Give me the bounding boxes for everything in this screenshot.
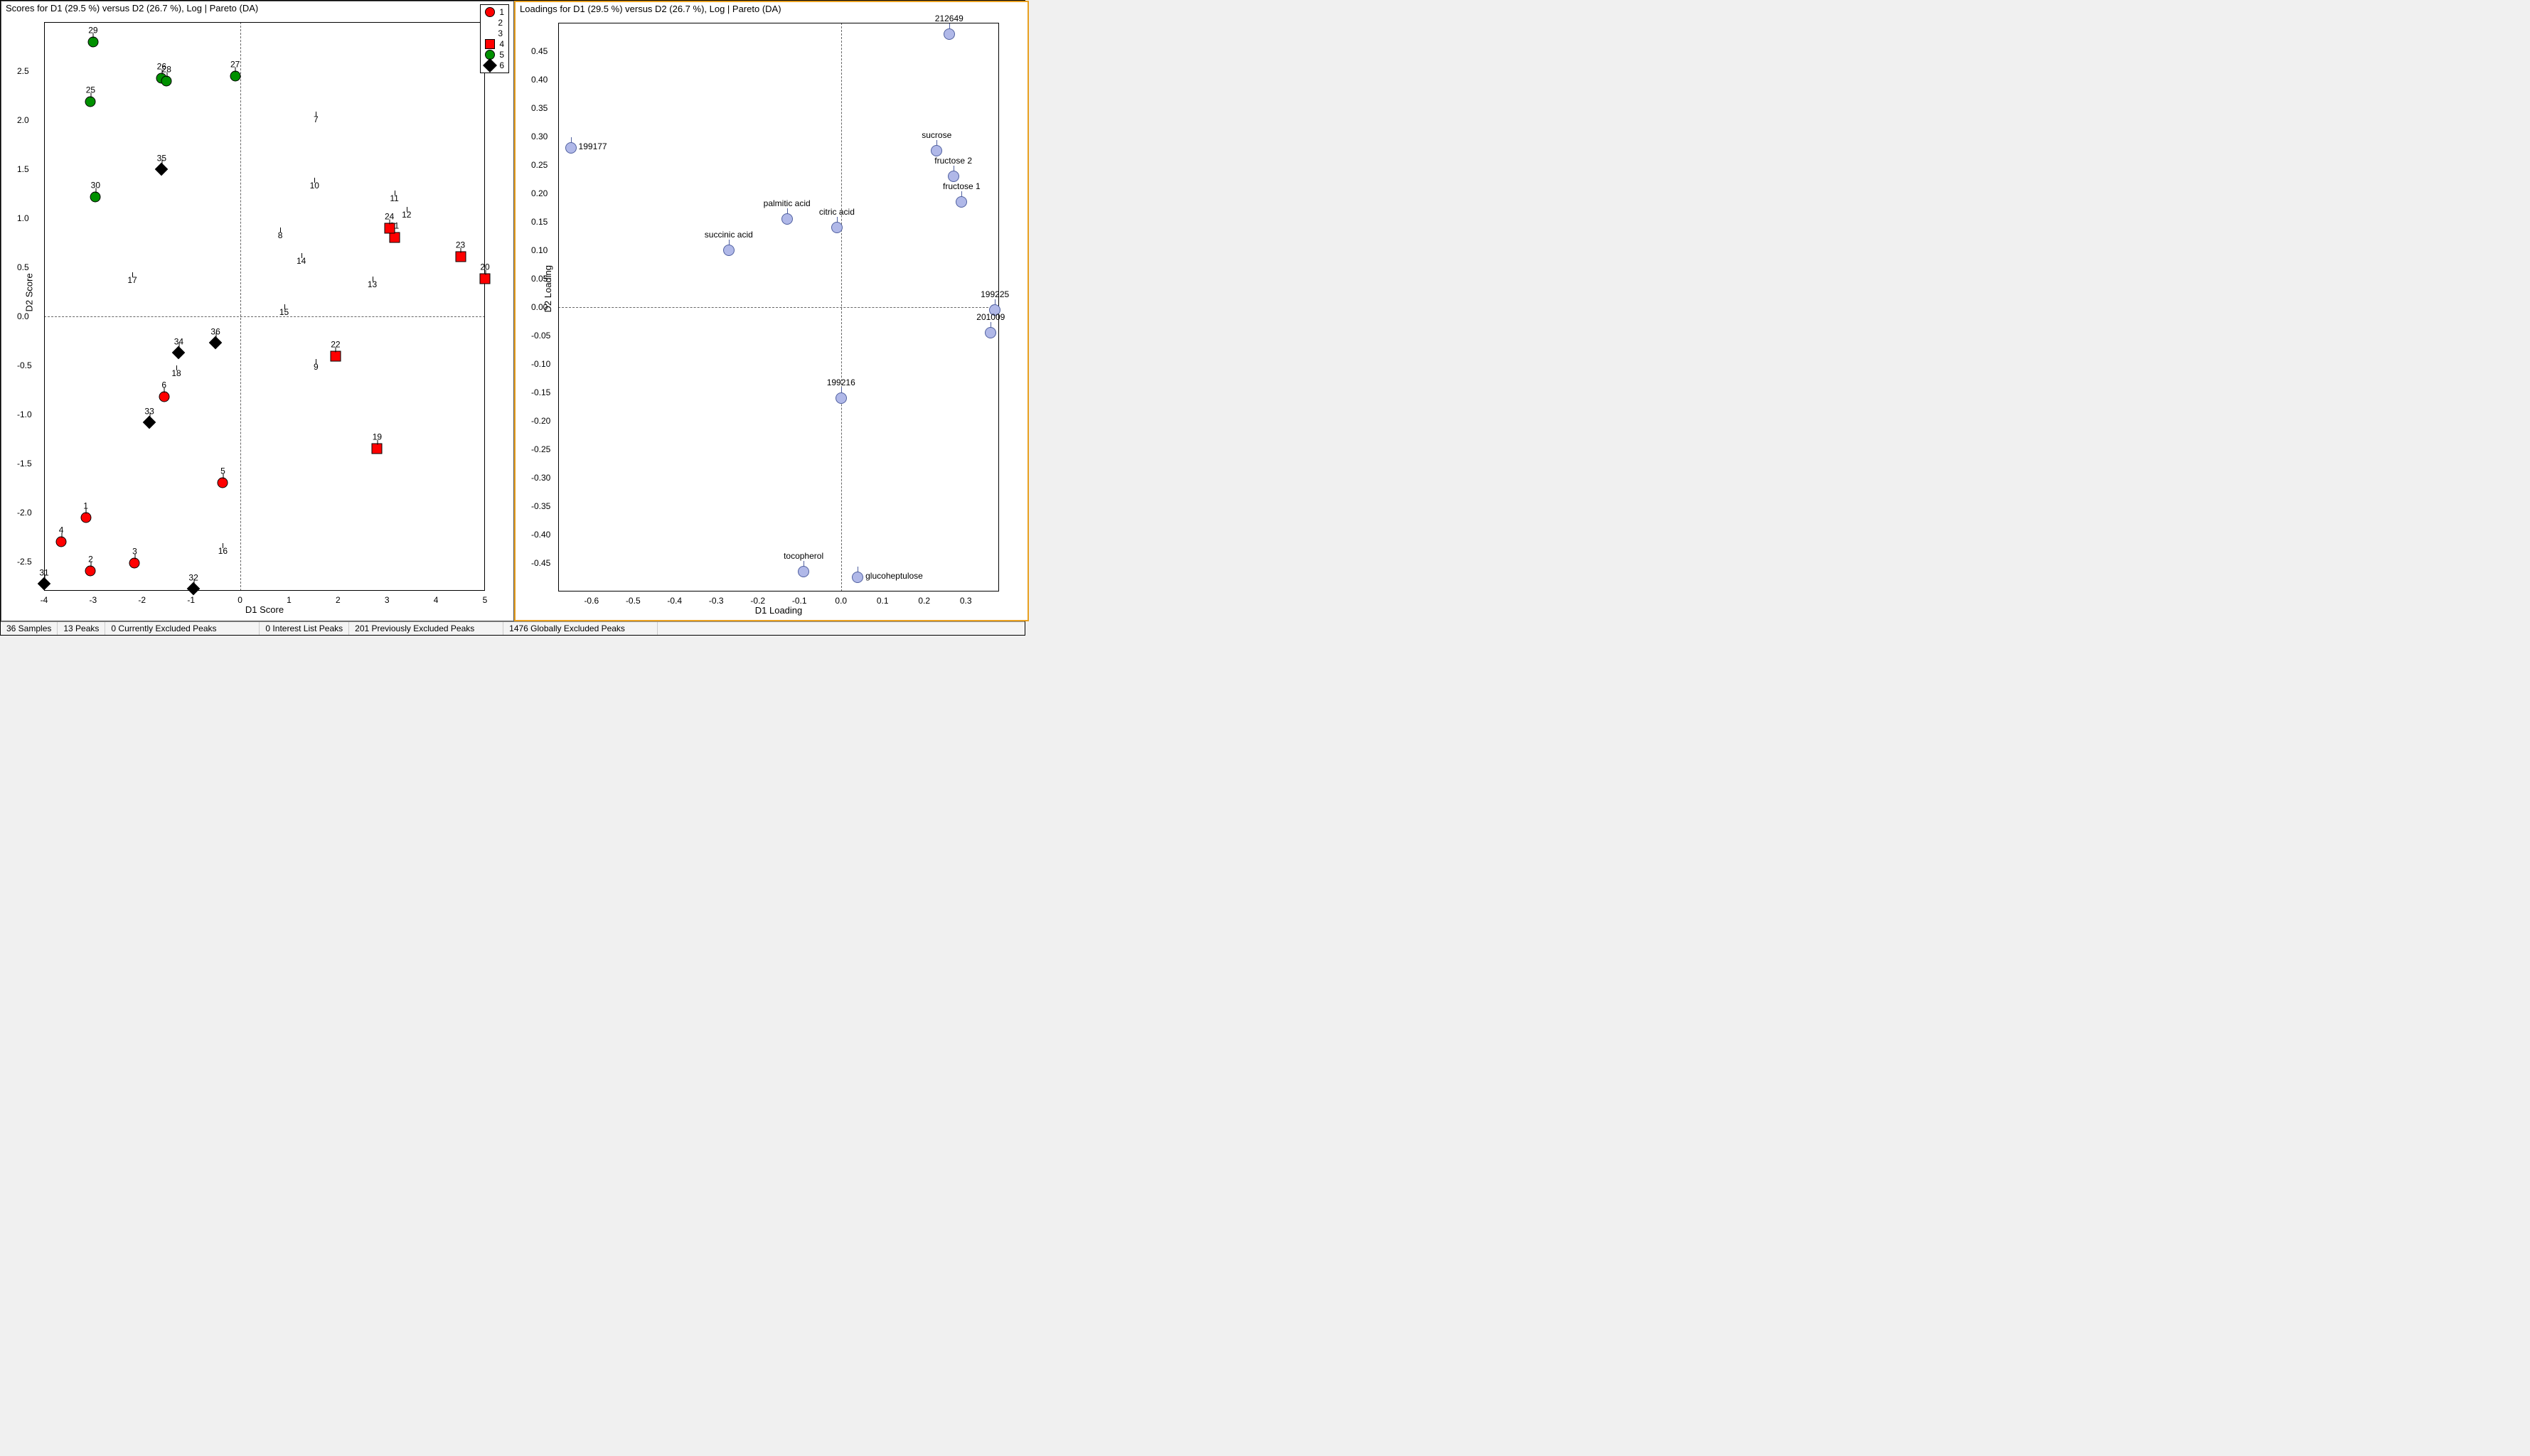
loading-point-sucrose[interactable]: sucrose <box>931 145 942 156</box>
scores-xlabel: D1 Score <box>245 604 284 615</box>
loading-point-citric-acid[interactable]: citric acid <box>831 222 843 233</box>
score-point-2[interactable]: 2 <box>85 566 96 577</box>
status-bar: 36 Samples 13 Peaks 0 Currently Excluded… <box>1 621 1025 635</box>
loading-point-tocopherol[interactable]: tocopherol <box>798 566 809 577</box>
loadings-panel[interactable]: Loadings for D1 (29.5 %) versus D2 (26.7… <box>514 1 1029 621</box>
score-point-34[interactable]: 34 <box>174 348 183 357</box>
score-point-1[interactable]: 1 <box>80 512 91 523</box>
loadings-xlabel: D1 Loading <box>755 605 803 616</box>
loading-point-fructose-2[interactable]: fructose 2 <box>948 171 959 182</box>
score-point-29[interactable]: 29 <box>87 36 98 47</box>
score-point-19[interactable]: 19 <box>372 444 383 454</box>
loading-point-212649[interactable]: 212649 <box>944 28 955 40</box>
score-point-3[interactable]: 3 <box>129 558 140 569</box>
score-point-35[interactable]: 35 <box>157 164 166 173</box>
score-point-5[interactable]: 5 <box>218 478 228 488</box>
score-point-6[interactable]: 6 <box>159 391 169 402</box>
loading-point-succinic-acid[interactable]: succinic acid <box>723 245 735 256</box>
score-point-22[interactable]: 22 <box>330 351 341 362</box>
scores-title: Scores for D1 (29.5 %) versus D2 (26.7 %… <box>1 1 513 15</box>
score-point-27[interactable]: 27 <box>230 70 240 81</box>
loading-point-fructose-1[interactable]: fructose 1 <box>956 196 967 208</box>
loading-point-201009[interactable]: 201009 <box>985 327 996 338</box>
scores-panel[interactable]: Scores for D1 (29.5 %) versus D2 (26.7 %… <box>1 1 514 621</box>
score-point-21[interactable]: 21 <box>389 232 400 243</box>
scores-plot[interactable]: D2 Score D1 Score -4-3-2-1012345-2.5-2.0… <box>44 22 485 591</box>
loading-point-199216[interactable]: 199216 <box>836 392 847 404</box>
legend[interactable]: 123456 <box>480 4 509 73</box>
loading-point-palmitic-acid[interactable]: palmitic acid <box>781 213 793 225</box>
panels: Scores for D1 (29.5 %) versus D2 (26.7 %… <box>1 1 1025 621</box>
score-point-28[interactable]: 28 <box>161 75 172 86</box>
loading-point-glucoheptulose[interactable]: glucoheptulose <box>852 572 863 583</box>
legend-item-4[interactable]: 4 <box>485 39 504 49</box>
status-interest: 0 Interest List Peaks <box>260 622 349 635</box>
score-point-36[interactable]: 36 <box>211 338 220 348</box>
loading-point-199177[interactable]: 199177 <box>565 142 577 154</box>
score-point-25[interactable]: 25 <box>85 96 96 107</box>
legend-item-6[interactable]: 6 <box>485 60 504 70</box>
score-point-4[interactable]: 4 <box>56 537 67 547</box>
score-point-33[interactable]: 33 <box>145 417 154 427</box>
loadings-plot[interactable]: D2 Loading D1 Loading -0.6-0.5-0.4-0.3-0… <box>558 23 999 592</box>
status-samples: 36 Samples <box>1 622 58 635</box>
score-point-23[interactable]: 23 <box>455 251 466 262</box>
status-curr-excl: 0 Currently Excluded Peaks <box>105 622 260 635</box>
score-point-32[interactable]: 32 <box>189 584 198 594</box>
status-prev-excl: 201 Previously Excluded Peaks <box>349 622 503 635</box>
legend-item-3[interactable]: 3 <box>485 28 504 38</box>
legend-item-2[interactable]: 2 <box>485 18 504 28</box>
status-peaks: 13 Peaks <box>58 622 105 635</box>
status-glob-excl: 1476 Globally Excluded Peaks <box>503 622 658 635</box>
legend-item-5[interactable]: 5 <box>485 50 504 60</box>
scores-ylabel: D2 Score <box>24 273 35 311</box>
score-point-31[interactable]: 31 <box>40 579 49 589</box>
score-point-30[interactable]: 30 <box>90 191 101 202</box>
app-window: Scores for D1 (29.5 %) versus D2 (26.7 %… <box>0 0 1025 636</box>
legend-item-1[interactable]: 1 <box>485 7 504 17</box>
score-point-24[interactable]: 24 <box>384 223 395 233</box>
score-point-20[interactable]: 20 <box>480 274 491 284</box>
